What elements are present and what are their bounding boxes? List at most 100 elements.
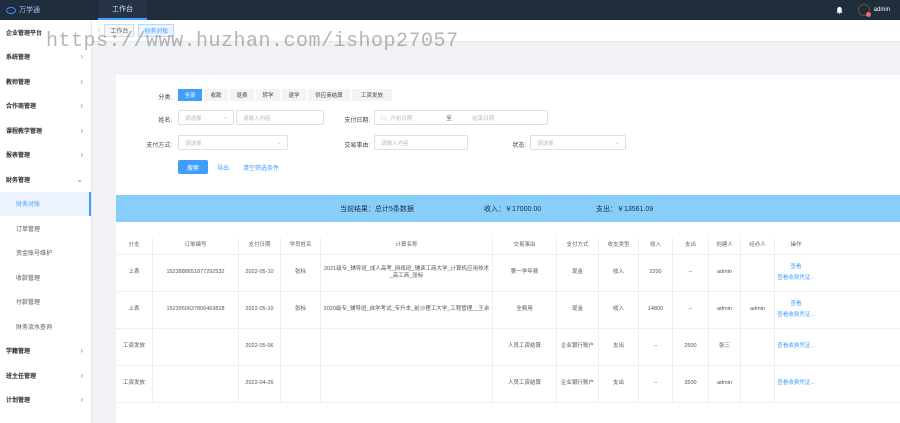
- view-voucher-link[interactable]: 查看收费凭证...: [777, 343, 815, 350]
- pay-method-select[interactable]: 请选择 ⌄: [178, 135, 288, 150]
- sidebar-subitem[interactable]: 财务流水查询: [0, 314, 91, 339]
- sidebar-item[interactable]: 学籍管理 ›: [0, 339, 91, 364]
- category-tab[interactable]: 退费: [230, 89, 254, 101]
- summary-bar: 当前结果：总计5条数据 收入：￥17000.00 支出：￥13561.09: [116, 195, 900, 222]
- breadcrumb-tag-finance-reconcile[interactable]: 财务对账: [138, 24, 175, 37]
- cell-method: 现金: [557, 292, 599, 328]
- cell-reason: 人员工资结算: [493, 366, 557, 402]
- cell-expense: --: [673, 255, 709, 291]
- cell-reason: 人员工资结算: [493, 329, 557, 365]
- tab-workbench[interactable]: 工作台: [98, 0, 147, 20]
- cell-date: 2022-05-10: [239, 255, 281, 291]
- cell-order-no: 1523950637806469828: [153, 292, 239, 328]
- clear-filters-button[interactable]: 清空筛选条件: [243, 160, 279, 174]
- sidebar-subitem[interactable]: 财务对账: [0, 191, 91, 216]
- app-logo[interactable]: 万学通: [0, 0, 92, 20]
- column-header: 创建人: [709, 238, 741, 254]
- sidebar-item[interactable]: 财务管理 ⌄: [0, 167, 91, 192]
- cell-reason: 全费用: [493, 292, 557, 328]
- sidebar-item[interactable]: 报表管理 ›: [0, 143, 91, 168]
- sidebar-subitem[interactable]: 付款管理: [0, 290, 91, 315]
- chevron-icon: ›: [80, 76, 83, 86]
- cell-actions: 查看收费凭证...: [775, 329, 817, 365]
- cell-name: 2021级专_辅导班_成人高考_网络班_辅读工商大学_计算机应用技术_高工商_张…: [321, 255, 493, 291]
- date-separator: 至: [446, 115, 452, 122]
- chevron-icon: ›: [80, 150, 83, 160]
- category-tab[interactable]: 收款: [204, 89, 228, 101]
- cell-method: 企业银行账户: [557, 366, 599, 402]
- category-tab[interactable]: 工资发放: [352, 89, 392, 101]
- column-header: 支付方式: [557, 238, 599, 254]
- user-menu[interactable]: admin: [857, 4, 890, 17]
- sidebar-item[interactable]: 系统管理 ›: [0, 45, 91, 70]
- sidebar-item-label: 系统管理: [6, 55, 31, 62]
- cell-branch: 工资发放: [116, 329, 153, 365]
- notification-dot: [865, 12, 871, 17]
- sidebar-item[interactable]: 教师管理 ›: [0, 69, 91, 94]
- bell-icon[interactable]: [835, 6, 844, 15]
- cell-income: --: [639, 329, 673, 365]
- pay-method-placeholder: 请选择: [185, 140, 202, 147]
- view-voucher-link[interactable]: 查看收费凭证...: [777, 275, 815, 282]
- category-tab[interactable]: 退学: [282, 89, 306, 101]
- column-header: 操作: [790, 242, 802, 249]
- sidebar-item-label: 计划管理: [6, 398, 31, 405]
- breadcrumb-tag-workbench[interactable]: 工作台: [104, 24, 135, 37]
- table-row: 上表 1523888651877292532 2022-05-10 张标 2021级专_…: [116, 255, 900, 292]
- cell-method: 企业银行账户: [557, 329, 599, 365]
- status-placeholder: 请选择: [537, 140, 554, 147]
- view-voucher-link[interactable]: 查看收费凭证...: [777, 380, 815, 387]
- view-link[interactable]: 查看: [790, 301, 801, 308]
- sidebar: 企业管理平台 系统管理 › 教师管理 › 合作商管理 › 课程教学管理 › 报表管理 › 财务管理 ⌄ …: [0, 20, 92, 423]
- cell-date: 2022-05-06: [239, 329, 281, 365]
- name-type-select[interactable]: 请选择 ⌄: [178, 110, 234, 125]
- cell-handler: [741, 329, 775, 365]
- sidebar-subitem[interactable]: 收款管理: [0, 265, 91, 290]
- export-button[interactable]: 导出: [217, 160, 229, 174]
- category-label: 分类:: [158, 95, 172, 101]
- view-voucher-link[interactable]: 查看收费凭证...: [777, 312, 815, 319]
- chevron-icon: ›: [80, 101, 83, 111]
- sidebar-item[interactable]: 班主任管理 ›: [0, 363, 91, 388]
- cell-creator: admin: [709, 255, 741, 291]
- chevron-icon: ›: [80, 370, 83, 380]
- cell-name: [321, 329, 493, 365]
- cell-date: 2022-04-26: [239, 366, 281, 402]
- search-button[interactable]: 搜索: [178, 160, 208, 174]
- cell-income: 14800: [639, 292, 673, 328]
- sidebar-subitem[interactable]: 资金账号维护: [0, 241, 91, 266]
- sidebar-item[interactable]: 合作商管理 ›: [0, 94, 91, 119]
- cell-actions: 查看收费凭证...: [775, 366, 817, 402]
- chevron-down-icon: ⌄: [276, 140, 282, 146]
- sidebar-item[interactable]: 企业管理平台: [0, 20, 91, 45]
- summary-income: 收入：￥17000.00: [484, 205, 542, 213]
- category-tab[interactable]: 转学: [256, 89, 280, 101]
- sidebar-item-label: 财务管理: [6, 177, 31, 184]
- status-select[interactable]: 请选择 ⌄: [530, 135, 626, 150]
- calendar-icon: ▢: [381, 114, 387, 121]
- sidebar-item-label: 合作商管理: [6, 104, 37, 111]
- chevron-icon: ›: [80, 346, 83, 356]
- trade-reason-input[interactable]: 请输入内容: [374, 135, 468, 150]
- column-header: 订单编号: [153, 238, 239, 254]
- cell-order-no: [153, 366, 239, 402]
- sidebar-subitem[interactable]: 订单管理: [0, 216, 91, 241]
- column-header: 支出: [673, 238, 709, 254]
- cell-branch: 工资发放: [116, 366, 153, 402]
- cell-handler: [741, 366, 775, 402]
- sidebar-item[interactable]: 计划管理 ›: [0, 388, 91, 413]
- view-link[interactable]: 查看: [790, 264, 801, 271]
- pay-date-range[interactable]: ▢ 开始日期 至 结束日期: [374, 110, 548, 125]
- cell-type: 收入: [599, 292, 639, 328]
- category-tab[interactable]: 供应商结算: [308, 89, 350, 101]
- table-row: 工资发放 2022-05-06 人员工资结算 企业银行账户 支出 -- 2500 张三 查看收费…: [116, 329, 900, 366]
- name-input[interactable]: 请输入内容: [236, 110, 324, 125]
- breadcrumb-back-icon[interactable]: ‹: [98, 27, 100, 34]
- status-label: 状态:: [512, 143, 526, 149]
- cell-actions: 查看查看收费凭证...: [775, 292, 817, 328]
- sidebar-item-label: 报表管理: [6, 153, 31, 160]
- sidebar-item[interactable]: 课程教学管理 ›: [0, 118, 91, 143]
- column-header: 支付日期: [239, 238, 281, 254]
- category-tab[interactable]: 全部: [178, 89, 202, 101]
- column-header: 分支: [116, 238, 153, 254]
